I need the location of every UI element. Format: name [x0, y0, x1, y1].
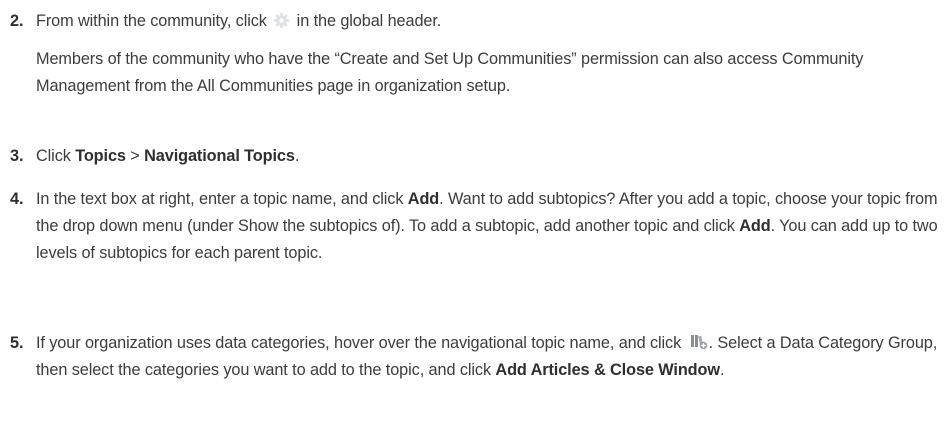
step-text-part: >: [125, 147, 145, 165]
step-text-part: Click: [36, 147, 76, 165]
step-text-part: in the global header.: [292, 12, 442, 30]
data-category-icon: [690, 335, 707, 350]
add-label: Add: [407, 190, 440, 208]
step-text-part: .: [294, 147, 300, 165]
step-text: If your organization uses data categorie…: [36, 330, 945, 384]
navigational-topics-label: Navigational Topics: [144, 147, 295, 165]
topics-label: Topics: [75, 147, 126, 165]
step-text-part: In the text box at right, enter a topic …: [36, 190, 408, 208]
step-text: Click Topics > Navigational Topics.: [36, 143, 945, 170]
step-number: 2.: [10, 12, 24, 30]
step-2: 2. From within the community, click in t…: [10, 8, 945, 100]
gear-icon: [274, 12, 290, 29]
step-3: 3. Click Topics > Navigational Topics.: [10, 143, 945, 170]
step-number: 5.: [10, 334, 24, 352]
step-text-part: If your organization uses data categorie…: [36, 334, 686, 352]
step-text-part: .: [719, 361, 725, 379]
step-text: From within the community, click in the …: [36, 8, 945, 35]
add-articles-close-window-label: Add Articles & Close Window: [495, 361, 720, 379]
document-page: 2. From within the community, click in t…: [0, 0, 951, 436]
step-5: 5. If your organization uses data catego…: [10, 330, 945, 384]
step-text: In the text box at right, enter a topic …: [36, 186, 945, 267]
step-number: 3.: [10, 147, 24, 165]
step-note: Members of the community who have the “C…: [36, 50, 864, 95]
step-number: 4.: [10, 190, 24, 208]
step-4: 4. In the text box at right, enter a top…: [10, 186, 945, 267]
add-label: Add: [739, 217, 771, 235]
step-text-part: From within the community, click: [36, 12, 272, 30]
